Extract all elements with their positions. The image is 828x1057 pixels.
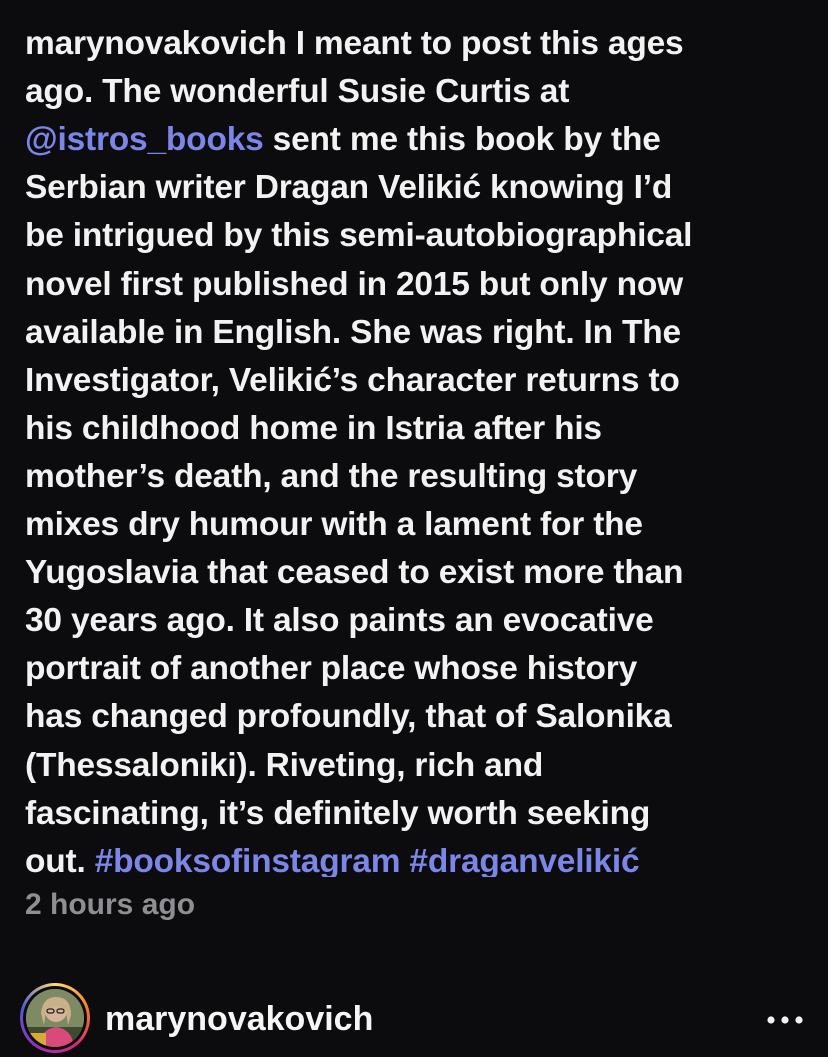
post-timestamp[interactable]: 2 hours ago bbox=[25, 888, 195, 922]
hashtag-link[interactable]: #draganvelikić bbox=[409, 843, 639, 877]
caption-text-segment: ago. The wonderful Susie Curtis at bbox=[25, 73, 570, 111]
caption-text: marynovakovich I meant to post this ages… bbox=[25, 0, 815, 877]
comment-username[interactable]: marynovakovich bbox=[105, 1000, 373, 1039]
caption-body: ago. The wonderful Susie Curtis at @istr… bbox=[25, 73, 692, 877]
mention-link[interactable]: @istros_books bbox=[25, 121, 264, 158]
profile-photo-avatar-icon bbox=[26, 989, 84, 1047]
hashtag-link[interactable]: #booksofinstagram bbox=[95, 843, 401, 877]
ellipsis-more-icon bbox=[767, 1016, 803, 1024]
comment-row: marynovakovich bbox=[0, 980, 828, 1057]
caption-text-segment: sent me this book by the Serbian writer … bbox=[25, 121, 693, 877]
avatar-ring-gap bbox=[23, 986, 87, 1050]
avatar[interactable] bbox=[26, 989, 84, 1047]
caption-cut-line: marynovakovich I meant to post this ages bbox=[25, 25, 684, 63]
more-options-button[interactable] bbox=[760, 1000, 810, 1040]
post-caption: marynovakovich I meant to post this ages… bbox=[25, 0, 815, 877]
story-ring[interactable] bbox=[20, 983, 90, 1053]
